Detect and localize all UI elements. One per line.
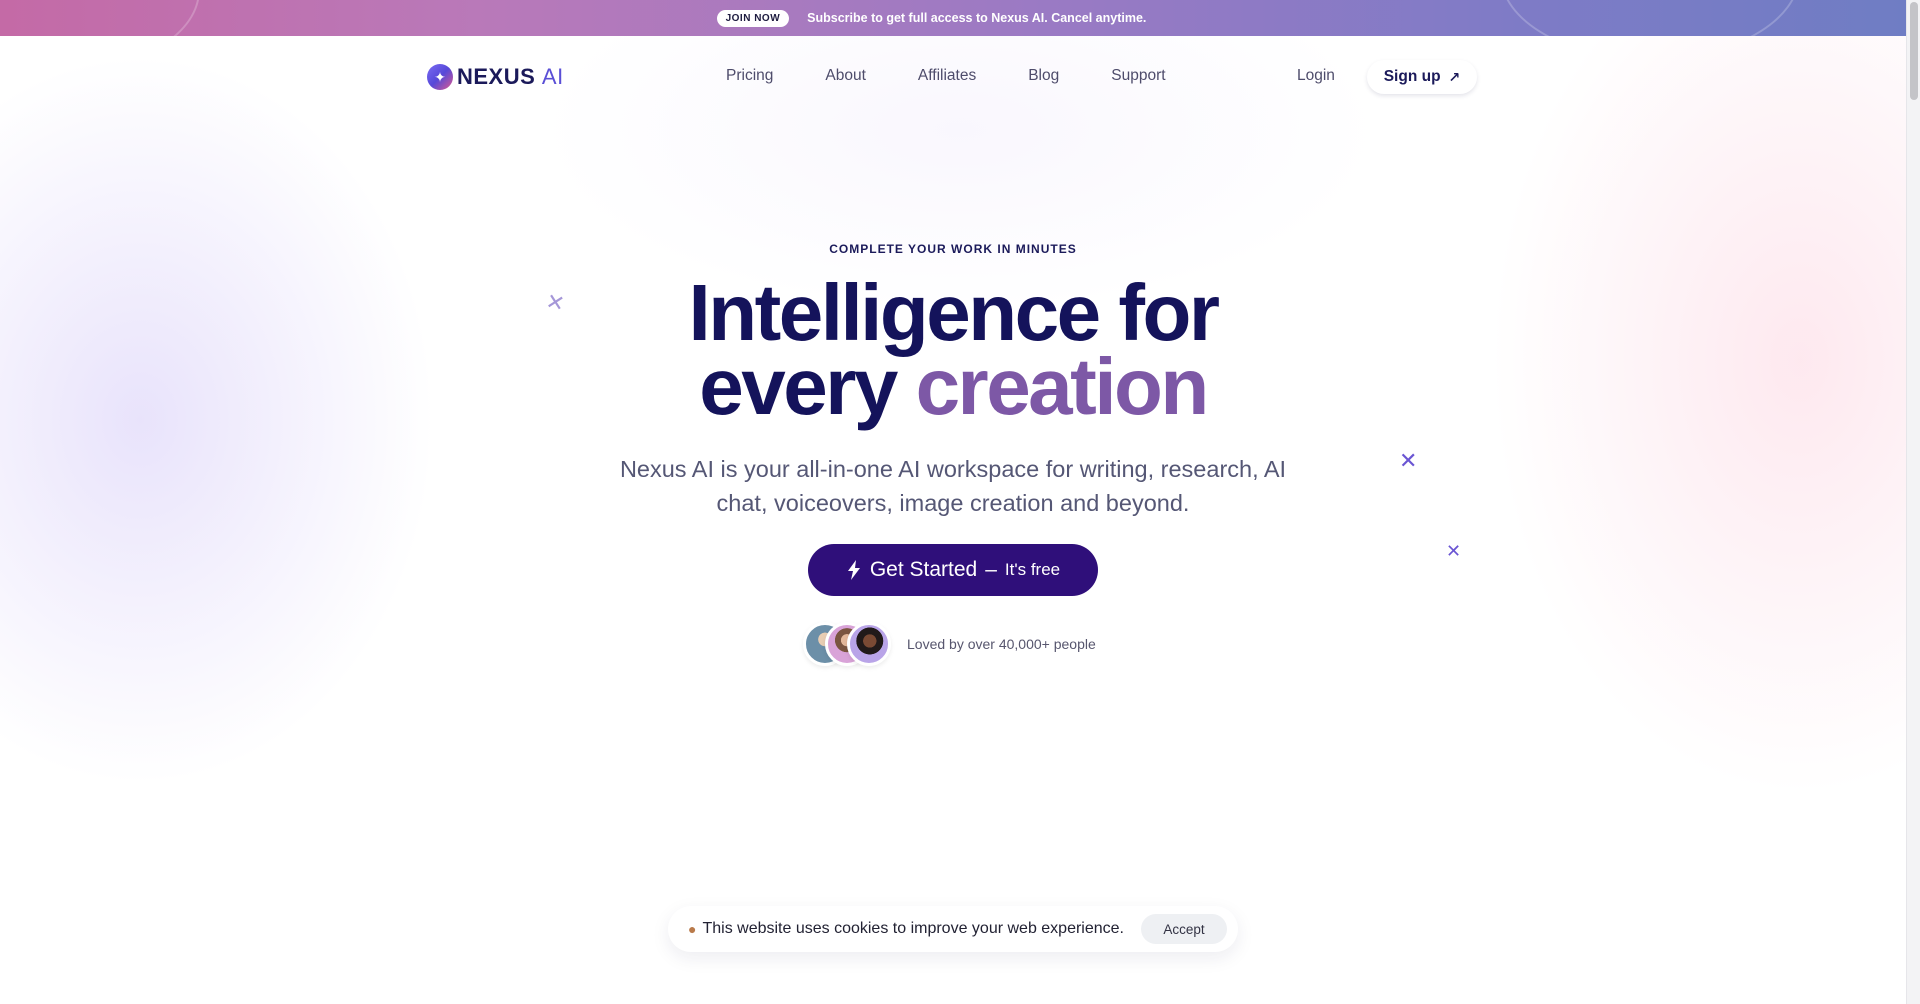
announcement-banner[interactable]: JOIN NOW Subscribe to get full access to… (0, 0, 1906, 36)
cta-label: Get Started (869, 558, 978, 581)
nav-link-pricing[interactable]: Pricing (726, 67, 773, 85)
sparkle-logo-icon: ✦ (427, 64, 453, 90)
banner-content: JOIN NOW Subscribe to get full access to… (716, 9, 1147, 27)
cookie-banner: ● This website uses cookies to improve y… (668, 906, 1238, 952)
cross-icon: ✕ (1446, 541, 1462, 561)
avatar (847, 622, 891, 666)
social-proof: Loved by over 40,000+ people (803, 620, 1096, 668)
lightning-bolt-icon (847, 560, 860, 580)
main-nav: ✦ NEXUS AI Pricing About Affiliates Blog… (0, 36, 1906, 120)
signup-button[interactable]: Sign up ↗ (1367, 60, 1477, 94)
hero-eyebrow: COMPLETE YOUR WORK IN MINUTES (829, 242, 1077, 256)
hero-headline: Intelligence for every creation (0, 273, 1906, 427)
avatar-group (803, 620, 893, 668)
social-proof-text: Loved by over 40,000+ people (907, 636, 1096, 652)
get-started-button[interactable]: Get Started – It's free (808, 544, 1098, 596)
logo-text: NEXUS AI (457, 64, 564, 89)
cross-icon: ✕ (1399, 448, 1418, 473)
banner-decor-arc (1500, 0, 1800, 36)
arrow-up-right-icon: ↗ (1448, 68, 1461, 85)
cta-dash: – (985, 558, 997, 581)
nav-links: Pricing About Affiliates Blog Support (726, 67, 1166, 85)
accept-cookies-button[interactable]: Accept (1141, 914, 1227, 944)
headline-line-2-plain: every (699, 342, 898, 431)
login-link[interactable]: Login (1297, 67, 1335, 85)
banner-text: Subscribe to get full access to Nexus AI… (807, 11, 1147, 25)
cookie-icon: ● (688, 921, 697, 937)
signup-label: Sign up (1383, 68, 1441, 85)
page-scrollbar[interactable] (1906, 0, 1920, 1004)
nav-link-affiliates[interactable]: Affiliates (918, 67, 976, 85)
banner-decor-arc (0, 0, 200, 36)
logo[interactable]: ✦ NEXUS AI (427, 64, 564, 90)
nav-link-support[interactable]: Support (1111, 67, 1165, 85)
scrollbar-thumb[interactable] (1910, 2, 1918, 100)
nav-link-blog[interactable]: Blog (1028, 67, 1059, 85)
nav-link-about[interactable]: About (825, 67, 866, 85)
headline-line-2-accent: creation (915, 342, 1210, 431)
cta-free-label: It's free (1004, 560, 1061, 579)
hero-subhead: Nexus AI is your all-in-one AI workspace… (619, 456, 1287, 516)
cookie-text: This website uses cookies to improve you… (702, 920, 1124, 937)
join-now-badge[interactable]: JOIN NOW (716, 9, 790, 27)
